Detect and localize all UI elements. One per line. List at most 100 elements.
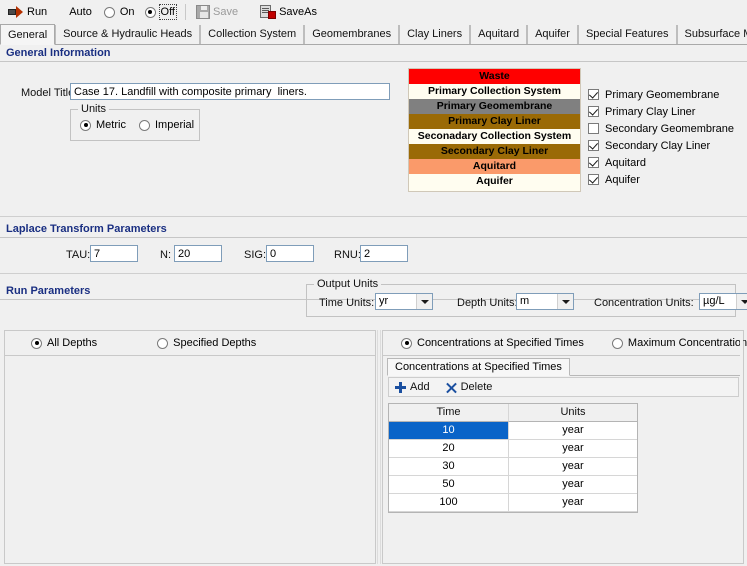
n-input[interactable] — [174, 245, 222, 262]
rnu-label: RNU: — [334, 249, 361, 261]
checkbox-box-icon — [588, 89, 599, 100]
units-group-label: Units — [78, 103, 109, 115]
checkbox-primary-geomembrane[interactable]: Primary Geomembrane — [588, 86, 738, 103]
checkbox-box-icon — [588, 174, 599, 185]
table-header-row: TimeUnits — [389, 404, 637, 422]
cell-units[interactable]: year — [509, 458, 637, 476]
radio-circle-icon — [104, 7, 115, 18]
time-units-value: yr — [376, 294, 416, 309]
cell-time[interactable]: 20 — [389, 440, 509, 458]
radio-circle-icon — [612, 338, 623, 349]
units-metric-radio[interactable]: Metric — [80, 119, 126, 131]
maximum-concentrations-label: Maximum Concentrations — [628, 337, 747, 349]
cell-units[interactable]: year — [509, 440, 637, 458]
table-row[interactable]: 50year — [389, 476, 637, 494]
checkbox-secondary-geomembrane[interactable]: Secondary Geomembrane — [588, 120, 738, 137]
auto-label-wrap: Auto — [65, 2, 96, 22]
checkbox-secondary-clay-liner[interactable]: Secondary Clay Liner — [588, 137, 738, 154]
table-row[interactable]: 100year — [389, 494, 637, 512]
tab-geomembranes[interactable]: Geomembranes — [304, 25, 399, 44]
save-button[interactable]: Save — [192, 2, 242, 22]
saveas-icon — [260, 5, 276, 19]
radio-circle-icon — [31, 338, 42, 349]
specified-depths-radio[interactable]: Specified Depths — [157, 337, 256, 349]
cell-units[interactable]: year — [509, 494, 637, 512]
model-title-input[interactable] — [70, 83, 390, 100]
layer-secondary-clay-liner: Secondary Clay Liner — [409, 144, 580, 159]
table-row[interactable]: 30year — [389, 458, 637, 476]
checkbox-aquifer[interactable]: Aquifer — [588, 171, 738, 188]
checkbox-primary-clay-liner[interactable]: Primary Clay Liner — [588, 103, 738, 120]
table-row[interactable]: 20year — [389, 440, 637, 458]
maximum-concentrations-radio[interactable]: Maximum Concentrations — [612, 337, 747, 349]
cell-time[interactable]: 10 — [389, 422, 509, 440]
checkbox-box-icon — [588, 123, 599, 134]
column-header-time[interactable]: Time — [389, 404, 509, 422]
tab-subsurface-model[interactable]: Subsurface Model — [677, 25, 747, 44]
table-row[interactable]: 10year — [389, 422, 637, 440]
pane-vertical-scrollbar[interactable] — [740, 331, 743, 563]
cell-time[interactable]: 30 — [389, 458, 509, 476]
auto-off-radio[interactable]: Off — [145, 6, 175, 18]
concentration-units-dropdown[interactable]: µg/L — [699, 293, 747, 310]
auto-off-label: Off — [161, 6, 175, 18]
radio-circle-icon — [157, 338, 168, 349]
laplace-parameters-body: TAU: N: SIG: RNU: — [0, 238, 747, 274]
radio-circle-icon — [80, 120, 91, 131]
tab-aquitard[interactable]: Aquitard — [470, 25, 527, 44]
units-imperial-radio[interactable]: Imperial — [139, 119, 194, 131]
cell-time[interactable]: 50 — [389, 476, 509, 494]
tab-source-hydraulic-heads[interactable]: Source & Hydraulic Heads — [55, 25, 200, 44]
plus-icon — [395, 382, 406, 393]
layer-waste: Waste — [409, 69, 580, 84]
all-depths-radio[interactable]: All Depths — [31, 337, 97, 349]
tau-label: TAU: — [66, 249, 90, 261]
tab-aquifer[interactable]: Aquifer — [527, 25, 578, 44]
radio-circle-icon — [139, 120, 150, 131]
checkbox-box-icon — [588, 157, 599, 168]
tab-special-features[interactable]: Special Features — [578, 25, 677, 44]
column-header-units[interactable]: Units — [509, 404, 637, 422]
checkbox-label: Secondary Geomembrane — [605, 123, 734, 135]
depth-units-dropdown[interactable]: m — [516, 293, 574, 310]
cell-time[interactable]: 100 — [389, 494, 509, 512]
auto-on-radio[interactable]: On — [104, 6, 135, 18]
run-button[interactable]: Run — [4, 2, 51, 22]
cell-units[interactable]: year — [509, 422, 637, 440]
checkbox-box-icon — [588, 140, 599, 151]
tab-clay-liners[interactable]: Clay Liners — [399, 25, 470, 44]
sig-label: SIG: — [244, 249, 266, 261]
concentration-units-label: Concentration Units: — [594, 297, 694, 309]
tab-general[interactable]: General — [0, 24, 55, 45]
layer-seconadary-collection-system: Seconadary Collection System — [409, 129, 580, 144]
depths-option-bar: All Depths Specified Depths — [5, 331, 375, 356]
concentrations-pane: Concentrations at Specified Times Maximu… — [382, 330, 744, 564]
sig-input[interactable] — [266, 245, 314, 262]
specified-times-grid[interactable]: TimeUnits10year20year30year50year100year — [388, 403, 638, 513]
cell-units[interactable]: year — [509, 476, 637, 494]
radio-circle-icon — [401, 338, 412, 349]
layer-primary-clay-liner: Primary Clay Liner — [409, 114, 580, 129]
tau-input[interactable] — [90, 245, 138, 262]
checkbox-box-icon — [588, 106, 599, 117]
add-row-button[interactable]: Add — [395, 381, 430, 393]
checkbox-aquitard[interactable]: Aquitard — [588, 154, 738, 171]
save-disk-icon — [196, 5, 210, 19]
time-units-dropdown[interactable]: yr — [375, 293, 433, 310]
tab-collection-system[interactable]: Collection System — [200, 25, 304, 44]
auto-on-label: On — [120, 6, 135, 18]
general-information-header: General Information — [0, 45, 747, 62]
saveas-button[interactable]: SaveAs — [256, 2, 321, 22]
toolbar-separator — [185, 4, 186, 20]
n-label: N: — [160, 249, 171, 261]
checkbox-label: Aquitard — [605, 157, 646, 169]
depth-units-label: Depth Units: — [457, 297, 518, 309]
rnu-input[interactable] — [360, 245, 408, 262]
tab-concentrations-at-specified-times[interactable]: Concentrations at Specified Times — [387, 358, 570, 376]
concentrations-specified-times-radio[interactable]: Concentrations at Specified Times — [401, 337, 584, 349]
layer-primary-geomembrane: Primary Geomembrane — [409, 99, 580, 114]
time-units-label: Time Units: — [319, 297, 374, 309]
delete-row-button[interactable]: Delete — [446, 381, 493, 393]
layer-aquitard: Aquitard — [409, 159, 580, 174]
pollute-application-window: Run Auto On Off Save SaveAs GeneralSourc… — [0, 0, 747, 566]
